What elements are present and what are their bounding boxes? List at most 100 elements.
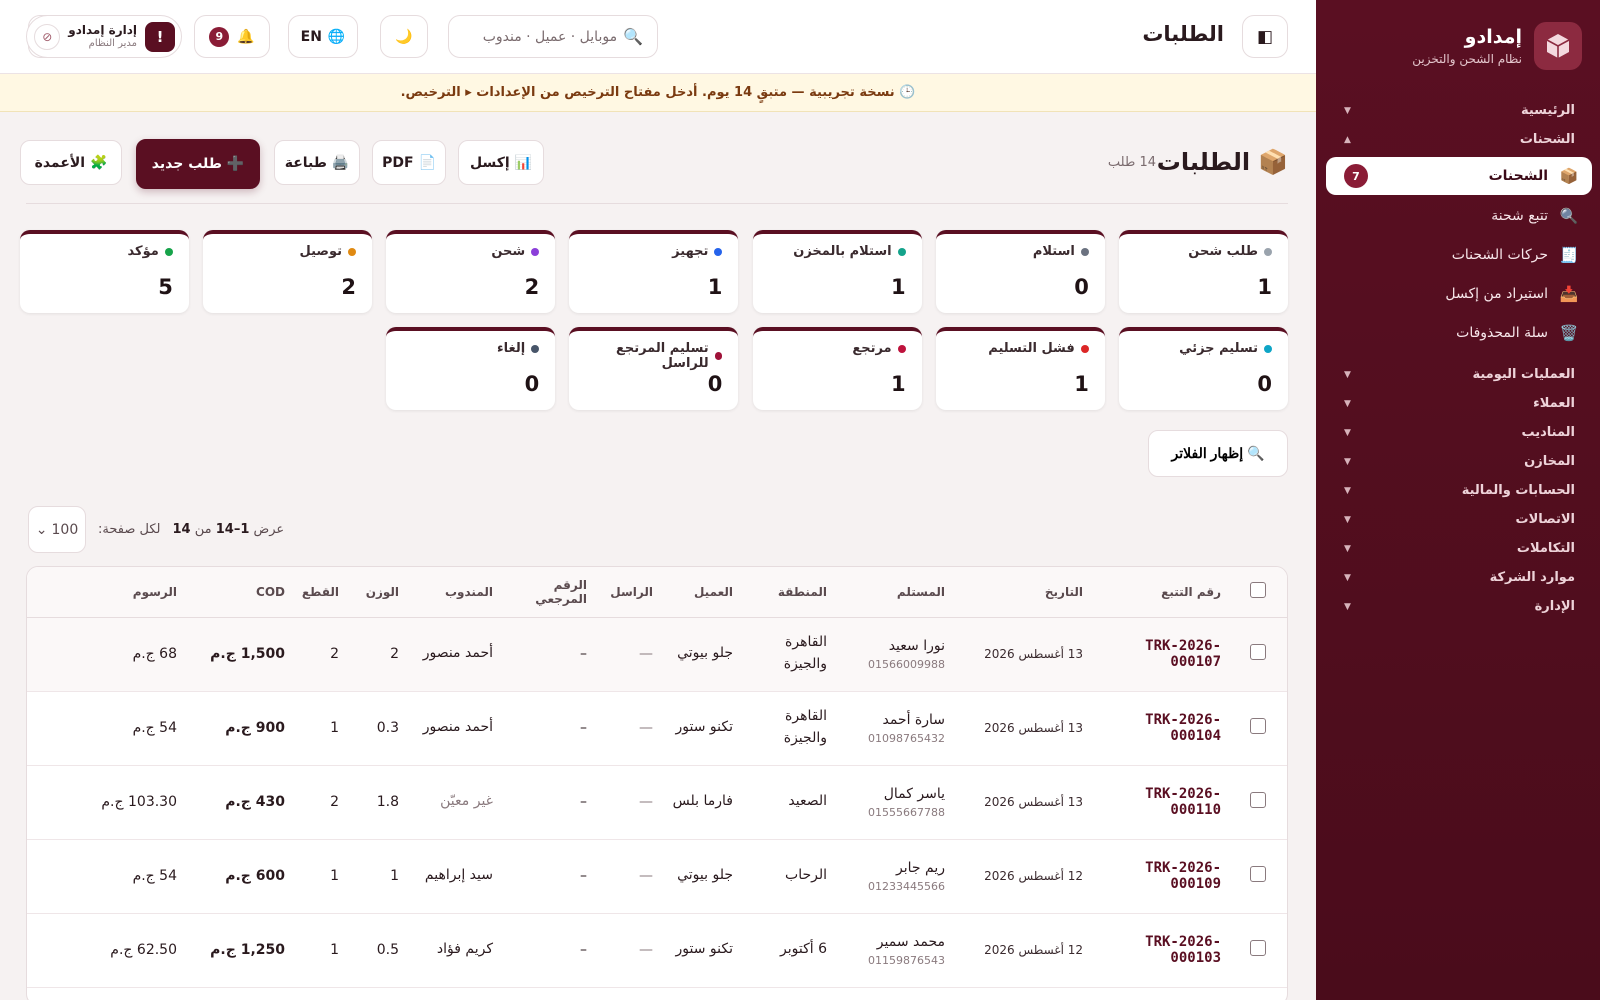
nav-group-communications[interactable]: الاتصالات ▼ [1316, 505, 1600, 534]
status-card-label: شحن [491, 244, 540, 259]
table-row[interactable]: TRK-2026-000107 13 أغسطس 2026 نورا سعيد 015… [27, 617, 1287, 691]
nav-group-clients[interactable]: العملاء ▼ [1316, 389, 1600, 418]
table-row[interactable]: TRK-2026-000104 13 أغسطس 2026 سارة أحمد 010… [27, 691, 1287, 765]
status-card[interactable]: فشل التسليم 1 [935, 327, 1105, 410]
reference-cell: – [580, 646, 587, 662]
status-card-value: 0 [707, 372, 723, 396]
chevron-down-icon: ▼ [1344, 369, 1351, 380]
row-checkbox[interactable] [1250, 792, 1266, 808]
status-card[interactable]: مرتجع 1 [752, 327, 922, 410]
orders-table: رقم التتبع التاريخ المستلم المنطقة العميل الر… [26, 566, 1288, 1000]
trial-banner: 🕒 نسخة تجريبية — متبقٍ 14 يوم. أدخل مفتا… [0, 74, 1316, 112]
nav-group-shipments[interactable]: الشحنات ▲ [1316, 125, 1600, 154]
columns-button[interactable]: 🧩 الأعمدة [20, 140, 122, 185]
print-button[interactable]: 🖨️ طباعة [274, 140, 360, 185]
tracking-number[interactable]: TRK-2026-000103 [1145, 934, 1221, 966]
receipt-icon: 🧾 [1559, 246, 1579, 264]
section-title: 📦 الطلبات [1157, 148, 1288, 176]
nav-group-admin[interactable]: الإدارة ▼ [1316, 592, 1600, 621]
nav-group-daily-ops[interactable]: العمليات اليومية ▼ [1316, 360, 1600, 389]
table-row[interactable]: TRK-2026-000109 12 أغسطس 2026 ريم جابر 0123… [27, 839, 1287, 913]
row-checkbox[interactable] [1250, 866, 1266, 882]
sidebar-toggle-button[interactable]: ◧ [1242, 15, 1288, 58]
row-checkbox[interactable] [1250, 718, 1266, 734]
nav-group-integrations[interactable]: التكاملات ▼ [1316, 534, 1600, 563]
tracking-cell[interactable]: TRK-2026-000103 [1091, 913, 1229, 987]
sidebar-nav: الرئيسية ▼ الشحنات ▲ 📦 الشحنات 7 🔍 تتبع … [1316, 96, 1600, 621]
shipments-submenu: 📦 الشحنات 7 🔍 تتبع شحنة 🧾 حركات الشحنات … [1316, 157, 1600, 351]
select-all-checkbox[interactable] [1250, 582, 1266, 599]
status-card[interactable]: شحن 2 [386, 230, 556, 313]
tracking-number[interactable]: TRK-2026-000110 [1145, 786, 1221, 818]
status-card[interactable]: تجهيز 1 [569, 230, 739, 313]
language-button[interactable]: 🌐 EN [288, 15, 358, 58]
column-header: التاريخ [1044, 584, 1083, 599]
sidebar-item-label: تتبع شحنة [1491, 208, 1548, 224]
user-menu[interactable]: ! إدارة إمدادو مدير النظام ⦸ [26, 15, 182, 58]
tracking-number[interactable]: TRK-2026-000109 [1145, 860, 1221, 892]
status-card-value: 5 [158, 275, 173, 299]
sidebar-item-shipments[interactable]: 📦 الشحنات 7 [1326, 157, 1592, 195]
tracking-number[interactable]: TRK-2026-000107 [1145, 638, 1221, 670]
nav-group-label: موارد الشركة [1489, 570, 1575, 585]
tracking-number[interactable]: TRK-2026-000104 [1145, 712, 1221, 744]
nav-group-company-resources[interactable]: موارد الشركة ▼ [1316, 563, 1600, 592]
notifications-button[interactable]: 🔔 9 [194, 15, 270, 58]
row-checkbox-cell [1229, 691, 1287, 765]
status-card[interactable]: مؤكد 5 [19, 230, 189, 313]
sidebar-item-shipment-movements[interactable]: 🧾 حركات الشحنات [1326, 237, 1592, 273]
nav-group-warehouses[interactable]: المخازن ▼ [1316, 447, 1600, 476]
search-input[interactable] [477, 28, 618, 45]
chevron-down-icon: ▼ [1344, 456, 1351, 467]
show-filters-button[interactable]: 🔍 إظهار الفلاتر [1148, 430, 1288, 477]
row-checkbox[interactable] [1250, 644, 1266, 660]
export-excel-button[interactable]: 📊 إكسل [458, 140, 544, 185]
theme-toggle-button[interactable]: 🌙 [380, 15, 428, 58]
sidebar-item-track-shipment[interactable]: 🔍 تتبع شحنة [1326, 198, 1592, 234]
date-cell: 13 أغسطس 2026 [984, 795, 1083, 809]
tracking-cell[interactable]: TRK-2026-000109 [1091, 839, 1229, 913]
courier-cell: أحمد منصور [422, 719, 493, 736]
courier-cell: غير معيّن [440, 793, 493, 810]
fees-cell: 54 ج.م [132, 868, 177, 884]
logout-icon[interactable]: ⦸ [34, 23, 61, 50]
row-checkbox[interactable] [1250, 940, 1266, 956]
nav-group-finance[interactable]: الحسابات والمالية ▼ [1316, 476, 1600, 505]
tracking-cell[interactable]: TRK-2026-000104 [1091, 691, 1229, 765]
export-pdf-button[interactable]: 📄 PDF [372, 140, 446, 185]
search-box[interactable]: 🔍 [448, 15, 658, 58]
status-card[interactable]: تسليم جزئي 0 [1119, 327, 1288, 410]
user-name: إدارة إمدادو [68, 23, 137, 38]
chevron-down-icon: ▼ [1344, 543, 1351, 554]
status-card[interactable]: استلام 0 [935, 230, 1105, 313]
nav-group-home[interactable]: الرئيسية ▼ [1316, 96, 1600, 125]
status-card[interactable]: تسليم المرتجع للراسل 0 [569, 327, 739, 410]
table-row[interactable]: TRK-2026-000110 13 أغسطس 2026 ياسر كمال 015… [27, 765, 1287, 839]
nav-group-label: الشحنات [1519, 132, 1575, 147]
chevron-down-icon: ⌄ [35, 521, 48, 538]
select-all-checkbox-cell[interactable] [1229, 567, 1287, 617]
table-header-row: رقم التتبع التاريخ المستلم المنطقة العميل الر… [27, 567, 1287, 617]
cod-cell: 600 ج.م [225, 868, 285, 884]
table-row[interactable]: TRK-2026-000103 12 أغسطس 2026 محمد سمير 011… [27, 913, 1287, 987]
status-card[interactable]: إلغاء 0 [386, 327, 556, 410]
status-card[interactable]: طلب شحن 1 [1119, 230, 1288, 313]
cod-cell: 430 ج.م [225, 794, 285, 810]
per-page-select[interactable]: 100 ⌄ [28, 506, 86, 553]
new-order-button[interactable]: ➕ طلب جديد [136, 139, 260, 189]
brand-subtitle: نظام الشحن والتخزين [1412, 52, 1522, 66]
column-header: رقم التتبع [1161, 584, 1221, 599]
sidebar: إمدادو نظام الشحن والتخزين الرئيسية ▼ ال… [1316, 0, 1600, 1000]
brand[interactable]: إمدادو نظام الشحن والتخزين [1316, 0, 1600, 70]
recipient-phone: 01098765432 [868, 731, 945, 745]
reference-cell: – [580, 942, 587, 958]
nav-group-label: الحسابات والمالية [1461, 483, 1575, 498]
tracking-cell[interactable]: TRK-2026-000107 [1091, 617, 1229, 691]
tracking-cell[interactable]: TRK-2026-000110 [1091, 765, 1229, 839]
sidebar-item-trash[interactable]: 🗑️ سلة المحذوفات [1326, 315, 1592, 351]
date-cell: 13 أغسطس 2026 [984, 647, 1083, 661]
status-card[interactable]: استلام بالمخزن 1 [752, 230, 922, 313]
sidebar-item-import-excel[interactable]: 📥 استيراد من إكسل [1326, 276, 1592, 312]
status-card[interactable]: توصيل 2 [203, 230, 372, 313]
nav-group-couriers[interactable]: المناديب ▼ [1316, 418, 1600, 447]
